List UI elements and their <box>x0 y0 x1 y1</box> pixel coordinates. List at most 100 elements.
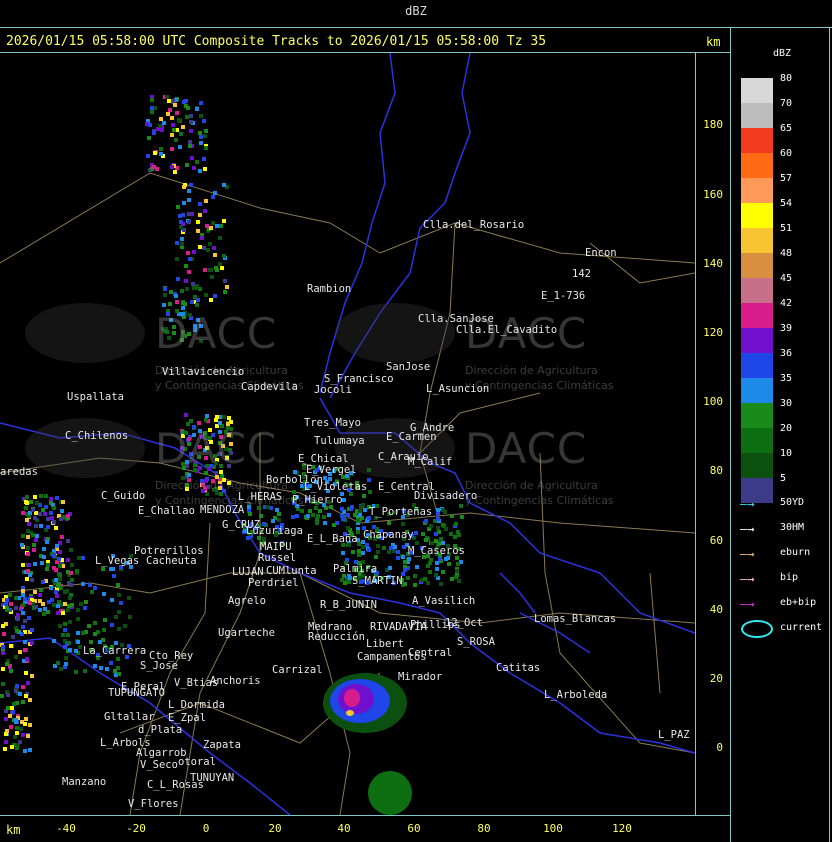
echo-pixel <box>54 526 58 530</box>
place-label: Villavicencio <box>162 366 245 378</box>
watermark-name: DACC <box>465 423 588 473</box>
echo-pixel <box>435 567 439 571</box>
echo-pixel <box>441 523 445 527</box>
echo-pixel <box>187 270 191 274</box>
legend-swatch <box>741 278 773 303</box>
legend-label: 10 <box>780 448 793 459</box>
echo-pixel <box>406 576 410 580</box>
echo-pixel <box>453 535 457 539</box>
storm-peak <box>346 710 354 716</box>
echo-pixel <box>176 277 180 281</box>
echo-pixel <box>203 209 207 213</box>
x-tick-label: 0 <box>202 822 210 835</box>
echo-pixel <box>225 285 229 289</box>
echo-pixel <box>49 586 53 590</box>
echo-pixel <box>351 550 355 554</box>
echo-pixel <box>117 672 121 676</box>
echo-pixel <box>167 99 171 103</box>
echo-pixel <box>180 242 184 246</box>
place-label: Palmira <box>333 563 378 575</box>
echo-pixel <box>346 513 350 517</box>
echo-pixel <box>66 514 70 518</box>
echo-pixel <box>188 144 192 148</box>
place-label: S_MARTIN <box>352 575 403 587</box>
place-label: Rambion <box>307 283 352 295</box>
echo-pixel <box>173 103 177 107</box>
place-label: L_Vegas <box>95 555 140 567</box>
echo-pixel <box>46 563 50 567</box>
window-title: dBZ <box>405 4 427 18</box>
place-label: E_Zpal <box>168 712 206 724</box>
echo-pixel <box>456 562 460 566</box>
echo-pixel <box>363 508 367 512</box>
legend-swatch <box>741 128 773 153</box>
place-label: Zapata <box>203 739 241 751</box>
frame-bottom-line <box>0 815 730 816</box>
echo-pixel <box>401 522 405 526</box>
echo-pixel <box>8 593 12 597</box>
echo-pixel <box>426 581 430 585</box>
track-arrow-icon: —→ <box>740 522 755 536</box>
echo-pixel <box>402 545 406 549</box>
place-label: d_Plata <box>138 724 183 736</box>
echo-pixel <box>77 556 81 560</box>
place-label: A_Vasilich <box>412 595 476 607</box>
echo-pixel <box>112 574 116 578</box>
x-tick-label: 20 <box>268 822 282 835</box>
place-label: Central <box>408 647 453 659</box>
echo-pixel <box>424 519 428 523</box>
place-label: T_Porteñas <box>369 506 433 518</box>
echo-pixel <box>64 662 68 666</box>
place-label: Gltallar <box>104 711 155 723</box>
echo-pixel <box>4 740 8 744</box>
echo-pixel <box>188 257 192 261</box>
echo-pixel <box>184 279 188 283</box>
echo-pixel <box>63 628 67 632</box>
legend-label: 45 <box>780 273 793 284</box>
echo-pixel <box>438 557 442 561</box>
echo-pixel <box>11 635 15 639</box>
frame-top-line <box>0 27 832 28</box>
echo-pixel <box>457 533 461 537</box>
echo-pixel <box>14 655 18 659</box>
echo-pixel <box>199 114 203 118</box>
echo-pixel <box>185 115 189 119</box>
echo-pixel <box>184 413 188 417</box>
echo-pixel <box>14 596 18 600</box>
echo-pixel <box>76 608 80 612</box>
echo-pixel <box>200 236 204 240</box>
echo-pixel <box>81 556 85 560</box>
legend-label: 20 <box>780 423 793 434</box>
echo-pixel <box>192 250 196 254</box>
echo-pixel <box>316 514 320 518</box>
place-label: R_B_JUNIN <box>320 599 377 611</box>
watermark-line1: Dirección de Agricultura <box>465 479 598 492</box>
echo-pixel <box>222 219 226 223</box>
echo-pixel <box>376 550 380 554</box>
legend-swatch <box>741 353 773 378</box>
echo-pixel <box>327 513 331 517</box>
echo-pixel <box>93 664 97 668</box>
echo-pixel <box>21 534 25 538</box>
echo-pixel <box>170 133 174 137</box>
echo-pixel <box>99 666 103 670</box>
echo-pixel <box>396 550 400 554</box>
echo-pixel <box>88 583 92 587</box>
echo-pixel <box>61 633 65 637</box>
echo-pixel <box>214 266 218 270</box>
legend-label: 48 <box>780 248 793 259</box>
place-label: L_HERAS <box>238 491 283 503</box>
legend-swatch <box>741 328 773 353</box>
echo-pixel <box>25 657 29 661</box>
echo-pixel <box>376 544 380 548</box>
echo-pixel <box>50 516 54 520</box>
place-label: E_Challao <box>138 505 195 517</box>
echo-pixel <box>382 546 386 550</box>
echo-pixel <box>70 563 74 567</box>
echo-pixel <box>323 476 327 480</box>
echo-pixel <box>23 749 27 753</box>
echo-pixel <box>32 548 36 552</box>
echo-pixel <box>441 508 445 512</box>
echo-pixel <box>159 117 163 121</box>
radar-map[interactable]: DACC Dirección de Agricultura y Continge… <box>0 53 695 815</box>
